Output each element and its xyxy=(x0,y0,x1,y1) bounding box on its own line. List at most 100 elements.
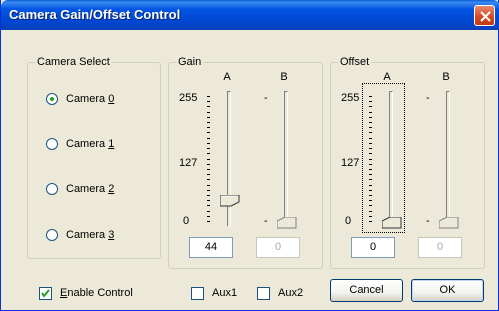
camera-3-radio[interactable]: Camera 3 xyxy=(46,227,114,243)
gain-a-value-field[interactable]: 44 xyxy=(189,237,233,258)
offset-label: Offset xyxy=(338,56,372,69)
gain-b-scale-marker-bottom: - xyxy=(264,215,268,227)
offset-group: Offset A B 255 127 0 - - 0 0 xyxy=(330,56,485,269)
slider-tick xyxy=(369,153,372,154)
gain-a-slider-thumb[interactable] xyxy=(219,194,240,210)
enable-control-box[interactable] xyxy=(39,286,52,300)
aux1-box[interactable] xyxy=(191,286,204,300)
window-title: Camera Gain/Offset Control xyxy=(9,7,181,22)
aux2-checkbox[interactable]: Aux2 xyxy=(257,285,303,301)
camera-1-label-prefix: Camera xyxy=(66,138,109,150)
ok-button[interactable]: OK xyxy=(411,279,484,302)
gain-b-value-field: 0 xyxy=(256,237,300,258)
slider-tick xyxy=(369,174,372,175)
offset-scale-mid: 127 xyxy=(341,157,360,169)
radio-circle[interactable] xyxy=(46,229,58,241)
title-bar[interactable]: Camera Gain/Offset Control xyxy=(1,0,499,30)
camera-3-label-key: 3 xyxy=(108,229,115,241)
slider-tick xyxy=(369,101,372,102)
radio-circle[interactable] xyxy=(46,138,58,150)
camera-3-label-prefix: Camera xyxy=(66,229,109,241)
slider-tick xyxy=(207,164,210,165)
slider-tick xyxy=(207,143,210,144)
offset-a-slider-track[interactable] xyxy=(389,91,393,227)
aux1-label: Aux1 xyxy=(212,287,238,299)
aux1-checkbox[interactable]: Aux1 xyxy=(191,285,237,301)
offset-b-scale-marker: - xyxy=(426,92,430,104)
offset-scale-min: 0 xyxy=(345,215,352,227)
slider-tick xyxy=(207,138,210,139)
slider-tick xyxy=(369,138,372,139)
checkmark-icon xyxy=(41,288,50,298)
slider-tick xyxy=(207,101,210,102)
dialog-window: Camera Gain/Offset Control Camera Select… xyxy=(0,0,499,311)
offset-a-ticks xyxy=(369,96,373,222)
radio-circle-checked[interactable] xyxy=(46,93,58,105)
gain-b-slider-thumb[interactable] xyxy=(276,216,297,232)
slider-tick xyxy=(207,216,210,217)
camera-2-label-key: 2 xyxy=(108,183,115,195)
slider-tick xyxy=(369,106,372,107)
offset-b-value-field: 0 xyxy=(418,237,462,258)
slider-tick xyxy=(207,221,210,222)
offset-a-value-field[interactable]: 0 xyxy=(351,237,395,258)
slider-tick xyxy=(207,96,210,97)
gain-col-b-label: B xyxy=(280,71,288,83)
slider-tick xyxy=(369,132,372,133)
slider-tick xyxy=(207,148,210,149)
aux2-box[interactable] xyxy=(257,286,270,300)
offset-col-b-label: B xyxy=(442,71,450,83)
aux2-label: Aux2 xyxy=(278,287,304,299)
enable-control-checkbox[interactable]: E nable Control xyxy=(39,285,133,301)
offset-col-a-label: A xyxy=(383,71,391,83)
offset-b-scale-marker-bottom: - xyxy=(426,215,430,227)
gain-group: Gain A B 255 127 0 - - 44 0 xyxy=(168,56,323,269)
camera-0-radio[interactable]: Camera 0 xyxy=(46,91,114,107)
camera-1-radio[interactable]: Camera 1 xyxy=(46,136,114,152)
close-x-icon xyxy=(480,11,491,22)
gain-scale-mid: 127 xyxy=(179,157,198,169)
slider-tick xyxy=(207,122,210,123)
camera-0-label-prefix: Camera xyxy=(66,93,109,105)
camera-2-radio[interactable]: Camera 2 xyxy=(46,181,114,197)
slider-tick xyxy=(369,185,372,186)
slider-tick xyxy=(369,159,372,160)
slider-tick xyxy=(207,169,210,170)
enable-control-label-rest: nable Control xyxy=(67,287,133,299)
slider-tick xyxy=(369,148,372,149)
slider-tick xyxy=(369,143,372,144)
slider-tick xyxy=(369,117,372,118)
slider-tick xyxy=(369,122,372,123)
camera-1-label-key: 1 xyxy=(108,138,115,150)
slider-tick xyxy=(369,164,372,165)
offset-b-slider-track[interactable] xyxy=(446,91,450,227)
camera-select-group: Camera Select Camera 0 Camera 1 Camera 2… xyxy=(27,56,161,259)
slider-tick xyxy=(207,211,210,212)
slider-tick xyxy=(207,106,210,107)
close-button[interactable] xyxy=(474,5,495,26)
offset-scale-max: 255 xyxy=(341,92,360,104)
camera-0-label-key: 0 xyxy=(108,93,115,105)
slider-tick xyxy=(207,190,210,191)
slider-tick xyxy=(369,211,372,212)
slider-tick xyxy=(369,179,372,180)
slider-tick xyxy=(369,216,372,217)
slider-tick xyxy=(207,195,210,196)
radio-circle[interactable] xyxy=(46,183,58,195)
cancel-button[interactable]: Cancel xyxy=(330,279,403,302)
slider-tick xyxy=(369,96,372,97)
slider-tick xyxy=(207,132,210,133)
gain-scale-max: 255 xyxy=(179,92,198,104)
camera-2-label-prefix: Camera xyxy=(66,183,109,195)
slider-tick xyxy=(369,112,372,113)
slider-tick xyxy=(207,112,210,113)
camera-select-label: Camera Select xyxy=(35,56,112,69)
slider-tick xyxy=(207,117,210,118)
slider-tick xyxy=(369,127,372,128)
slider-tick xyxy=(207,179,210,180)
offset-a-slider-thumb[interactable] xyxy=(381,216,402,232)
gain-b-slider-track[interactable] xyxy=(284,91,288,227)
slider-tick xyxy=(369,195,372,196)
offset-b-slider-thumb[interactable] xyxy=(438,216,459,232)
slider-tick xyxy=(207,200,210,201)
